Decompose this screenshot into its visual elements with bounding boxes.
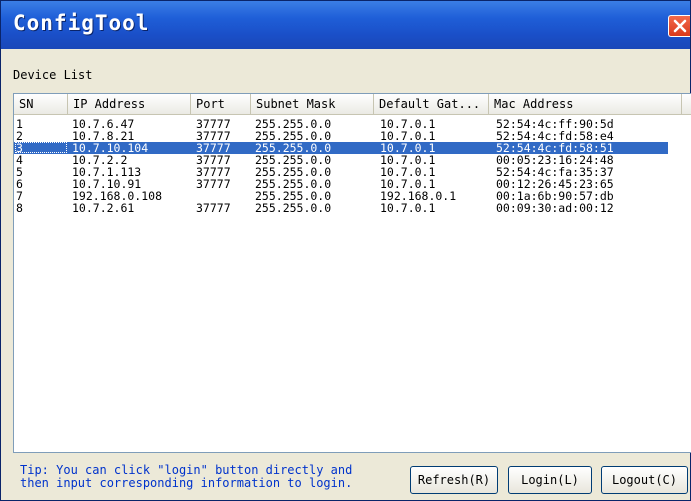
device-list-label: Device List — [13, 68, 93, 82]
column-header-sn[interactable]: SN — [14, 94, 68, 114]
table-row[interactable]: 8 10.7.2.61 37777 255.255.0.0 10.7.0.1 0… — [14, 202, 691, 214]
cell-port: 37777 — [196, 201, 231, 215]
column-header-subnet-mask[interactable]: Subnet Mask — [251, 94, 374, 114]
config-tool-window: ConfigTool Device List SN IP Address Por… — [0, 0, 691, 501]
refresh-button[interactable]: Refresh(R) — [410, 466, 498, 494]
column-header-port[interactable]: Port — [191, 94, 251, 114]
close-icon — [673, 19, 686, 33]
column-header-mac-address[interactable]: Mac Address — [489, 94, 682, 114]
logout-button[interactable]: Logout(C) — [601, 466, 688, 494]
cell-mac: 00:09:30:ad:00:12 — [496, 201, 614, 215]
cell-ip: 10.7.2.61 — [72, 201, 135, 215]
device-list-header: SN IP Address Port Subnet Mask Default G… — [14, 94, 691, 115]
column-header-default-gateway[interactable]: Default Gat... — [374, 94, 489, 114]
cell-port: 37777 — [196, 177, 231, 191]
device-list[interactable]: SN IP Address Port Subnet Mask Default G… — [13, 93, 691, 453]
column-header-ip-address[interactable]: IP Address — [68, 94, 191, 114]
window-title: ConfigTool — [13, 11, 150, 35]
cell-gateway: 10.7.0.1 — [380, 201, 436, 215]
title-bar[interactable]: ConfigTool — [1, 1, 690, 49]
login-button[interactable]: Login(L) — [508, 466, 592, 494]
close-button[interactable] — [668, 15, 690, 37]
cell-subnet: 255.255.0.0 — [255, 201, 332, 215]
column-header-filler — [682, 94, 691, 114]
tip-line-2: then input corresponding information to … — [20, 476, 353, 490]
login-tip: Tip: You can click "login" button direct… — [20, 464, 400, 490]
cell-sn: 8 — [16, 201, 23, 215]
